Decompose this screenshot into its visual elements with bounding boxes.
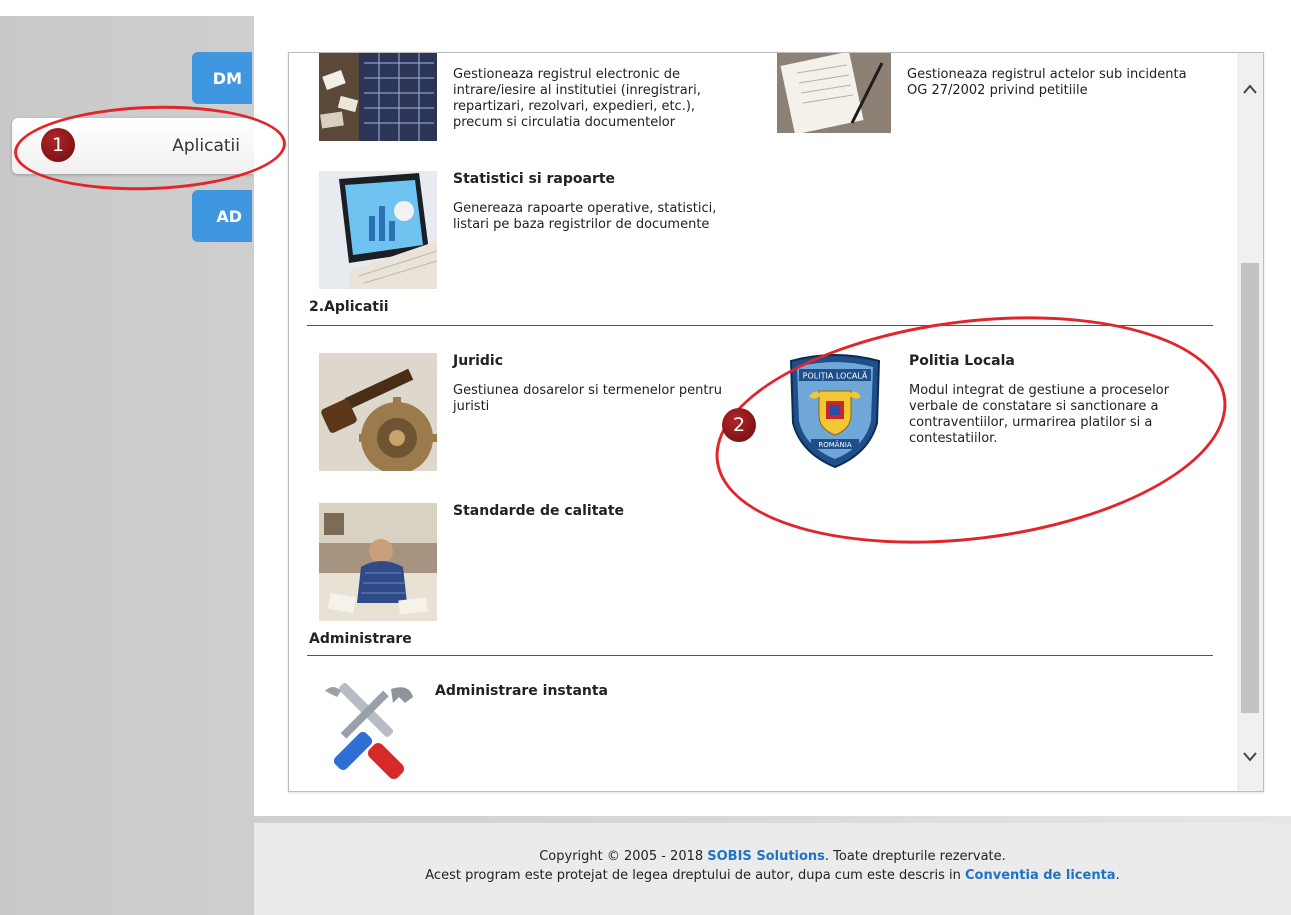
tab-ad[interactable]: AD (192, 190, 252, 242)
administrare-instanta-title: Administrare instanta (435, 683, 609, 699)
registratura-thumbnail (319, 53, 437, 141)
section-divider (307, 655, 1213, 656)
top-strip (0, 0, 1291, 16)
politia-locala-title: Politia Locala (909, 353, 1015, 369)
app-juridic[interactable]: Juridic Gestiunea dosarelor si termenelo… (319, 353, 733, 471)
scrollbar-thumb[interactable] (1241, 263, 1259, 713)
tab-dm-label: DM (212, 68, 242, 88)
logo-text-top: POLIȚIA LOCALĂ (803, 370, 868, 382)
license-prefix: Acest program este protejat de legea dre… (425, 868, 965, 883)
juridic-thumbnail (319, 353, 437, 471)
politia-locala-description: Modul integrat de gestiune a proceselor … (909, 383, 1170, 446)
tab-aplicatii-label: Aplicatii (172, 136, 240, 156)
app-politia-locala[interactable]: POLIȚIA LOCALĂ ROMÂNIA Politia Locala Mo… (779, 353, 1209, 471)
app-petitii[interactable]: Gestioneaza registrul actelor sub incide… (777, 53, 1207, 133)
petitii-description: Gestioneaza registrul actelor sub incide… (907, 67, 1187, 98)
logo-text-bottom: ROMÂNIA (818, 440, 852, 449)
chevron-down-icon[interactable] (1237, 739, 1263, 775)
standarde-title: Standarde de calitate (453, 503, 625, 519)
app-administrare-instanta[interactable]: Administrare instanta (319, 683, 725, 783)
copyright-line: Copyright © 2005 - 2018 SOBIS Solutions.… (254, 847, 1291, 866)
annotation-badge-2: 2 (722, 408, 756, 442)
statistici-thumbnail (319, 171, 437, 289)
license-link[interactable]: Conventia de licenta (965, 868, 1116, 883)
section-title-aplicatii: 2.Aplicatii (309, 299, 389, 315)
copyright-suffix: . Toate drepturile rezervate. (824, 849, 1006, 864)
copyright-prefix: Copyright © 2005 - 2018 (539, 849, 708, 864)
statistici-description: Genereaza rapoarte operative, statistici… (453, 201, 717, 232)
juridic-description: Gestiunea dosarelor si termenelor pentru… (453, 383, 723, 414)
vertical-scrollbar[interactable] (1237, 53, 1263, 791)
chevron-up-icon[interactable] (1237, 71, 1263, 107)
wrench-screwdriver-icon (319, 683, 419, 783)
standarde-thumbnail (319, 503, 437, 621)
license-suffix: . (1115, 868, 1120, 883)
juridic-title: Juridic (453, 353, 503, 369)
footer: Copyright © 2005 - 2018 SOBIS Solutions.… (254, 823, 1291, 915)
section-title-administrare: Administrare (309, 631, 412, 647)
app-registratura[interactable]: Gestioneaza registrul electronic de intr… (319, 53, 743, 141)
app-standarde[interactable]: Standarde de calitate (319, 503, 743, 621)
section-divider (307, 325, 1213, 326)
statistici-title: Statistici si rapoarte (453, 171, 616, 187)
tab-dm[interactable]: DM (192, 52, 252, 104)
application-list: Gestioneaza registrul electronic de intr… (288, 52, 1264, 792)
petitii-thumbnail (777, 53, 891, 133)
registratura-description: Gestioneaza registrul electronic de intr… (453, 67, 701, 130)
tab-ad-label: AD (216, 206, 242, 226)
app-statistici[interactable]: Statistici si rapoarte Genereaza rapoart… (319, 171, 743, 289)
sobis-link[interactable]: SOBIS Solutions (707, 849, 825, 864)
license-line: Acest program este protejat de legea dre… (254, 866, 1291, 885)
politia-locala-logo: POLIȚIA LOCALĂ ROMÂNIA (779, 353, 891, 471)
annotation-badge-1: 1 (41, 128, 75, 162)
